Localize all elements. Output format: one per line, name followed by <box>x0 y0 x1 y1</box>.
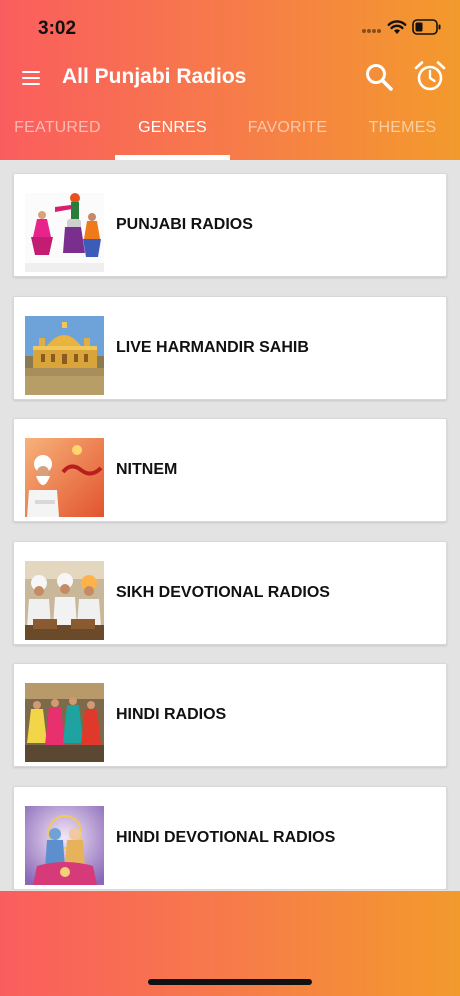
battery-icon <box>412 19 441 35</box>
genre-label: NITNEM <box>116 461 178 478</box>
genre-card-sikh-devotional-radios[interactable]: SIKH DEVOTIONAL RADIOS <box>13 541 447 645</box>
app-bar: All Punjabi Radios <box>0 56 460 106</box>
tab-genres[interactable]: GENRES <box>115 106 230 160</box>
wifi-icon <box>387 20 407 34</box>
tab-bar: FEATURED GENRES FAVORITE THEMES <box>0 106 460 160</box>
bottom-bar <box>0 891 460 996</box>
genre-card-nitnem[interactable]: NITNEM <box>13 418 447 522</box>
menu-icon[interactable] <box>22 70 40 86</box>
genre-label: SIKH DEVOTIONAL RADIOS <box>116 584 330 601</box>
signal-dots-icon <box>362 29 382 33</box>
status-bar: 3:02 <box>0 0 460 56</box>
genre-label: HINDI DEVOTIONAL RADIOS <box>116 829 336 846</box>
tab-themes[interactable]: THEMES <box>345 106 460 160</box>
genre-label: HINDI RADIOS <box>116 706 227 723</box>
genre-list: PUNJABI RADIOS LIVE HARMANDIR SAHIB NITN… <box>0 160 460 890</box>
app-title: All Punjabi Radios <box>62 65 247 88</box>
app-header: 3:02 All Punjabi Radios FEATURED GENRES … <box>0 0 460 160</box>
genre-card-punjabi-radios[interactable]: PUNJABI RADIOS <box>13 173 447 277</box>
genre-card-hindi-devotional-radios[interactable]: HINDI DEVOTIONAL RADIOS <box>13 786 447 890</box>
tab-featured[interactable]: FEATURED <box>0 106 115 160</box>
bhangra-dancers-image <box>25 193 104 272</box>
bollywood-dancers-image <box>25 683 104 762</box>
search-icon[interactable] <box>364 62 394 92</box>
genre-card-hindi-radios[interactable]: HINDI RADIOS <box>13 663 447 767</box>
genre-card-live-harmandir-sahib[interactable]: LIVE HARMANDIR SAHIB <box>13 296 447 400</box>
tab-favorite[interactable]: FAVORITE <box>230 106 345 160</box>
genre-label: LIVE HARMANDIR SAHIB <box>116 339 309 356</box>
nitnem-singer-image <box>25 438 104 517</box>
home-indicator[interactable] <box>148 979 312 985</box>
hindu-deities-image <box>25 806 104 885</box>
alarm-clock-icon[interactable] <box>413 59 447 93</box>
status-time: 3:02 <box>38 18 77 39</box>
genre-label: PUNJABI RADIOS <box>116 216 253 233</box>
golden-temple-image <box>25 316 104 395</box>
kirtan-singers-image <box>25 561 104 640</box>
